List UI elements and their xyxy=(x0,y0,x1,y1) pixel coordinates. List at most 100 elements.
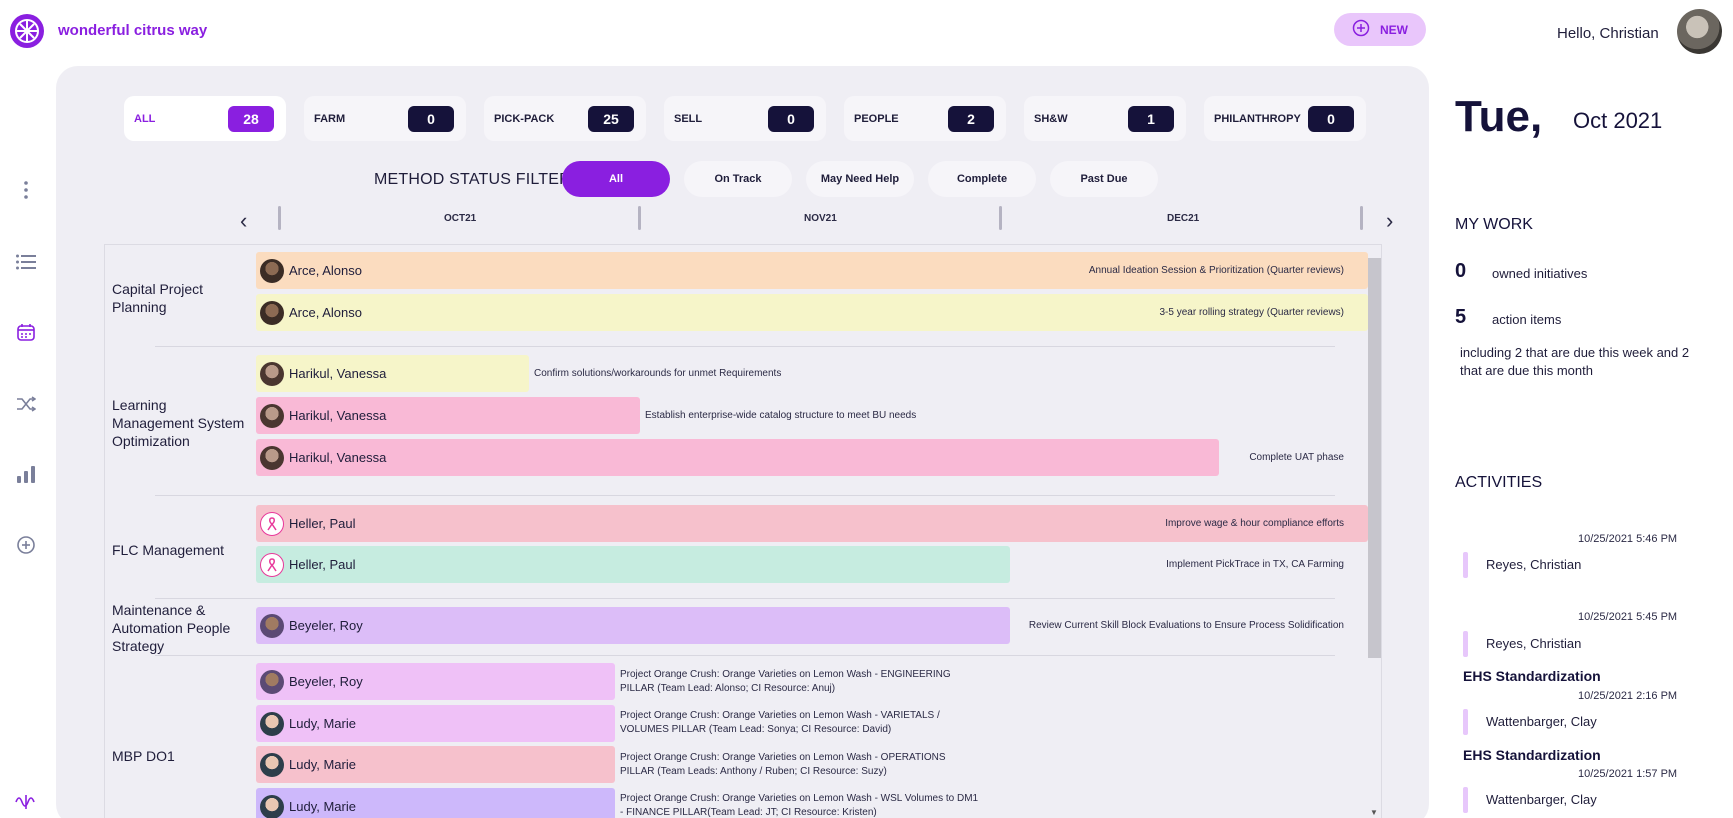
owner-name: Harikul, Vanessa xyxy=(289,450,387,465)
logo-icon[interactable] xyxy=(10,14,44,48)
owner-name: Heller, Paul xyxy=(289,557,356,572)
month-divider xyxy=(638,206,641,230)
owner-avatar xyxy=(260,300,284,325)
my-work-title: MY WORK xyxy=(1455,216,1533,233)
ribbon-icon xyxy=(260,552,284,577)
filter-all-button[interactable]: All xyxy=(562,161,670,197)
owner-avatar xyxy=(260,711,284,736)
prev-month-button[interactable]: ‹ xyxy=(240,208,247,234)
category-label: FARM xyxy=(314,112,346,125)
filter-past-due-button[interactable]: Past Due xyxy=(1050,161,1158,197)
activity-name[interactable]: Reyes, Christian xyxy=(1486,636,1581,651)
category-label: SELL xyxy=(674,112,703,125)
activity-marker xyxy=(1463,552,1468,578)
scroll-down-arrow[interactable]: ▼ xyxy=(1370,808,1378,817)
category-pick-pack[interactable]: PICK-PACK 25 xyxy=(484,96,646,141)
timeline-scrollbar[interactable] xyxy=(1368,258,1381,658)
owner-avatar xyxy=(260,669,284,694)
list-icon[interactable] xyxy=(14,250,38,274)
activity-time: 10/25/2021 5:46 PM xyxy=(1578,533,1678,545)
category-count: 1 xyxy=(1128,105,1174,132)
owner-name: Ludy, Marie xyxy=(289,757,356,772)
activity-name[interactable]: Wattenbarger, Clay xyxy=(1486,714,1597,729)
initiative-bar[interactable]: Ludy, Marie xyxy=(256,788,615,818)
activity-title[interactable]: EHS Standardization xyxy=(1463,668,1601,684)
action-label: action items xyxy=(1492,312,1562,327)
initiative-description: Establish enterprise-wide catalog struct… xyxy=(645,410,917,421)
initiative-description: Project Orange Crush: Orange Varieties o… xyxy=(620,669,951,694)
plus-circle-icon xyxy=(1352,19,1370,40)
category-count: 28 xyxy=(228,105,274,132)
category-all[interactable]: ALL 28 xyxy=(124,96,286,141)
category-count: 25 xyxy=(588,105,634,132)
category-farm[interactable]: FARM 0 xyxy=(304,96,466,141)
category-label: SH&W xyxy=(1034,112,1068,125)
initiative-description: Confirm solutions/workarounds for unmet … xyxy=(534,368,782,379)
owner-name: Arce, Alonso xyxy=(289,305,362,320)
initiative-bar[interactable]: Ludy, Marie xyxy=(256,705,615,742)
activity-time: 10/25/2021 2:16 PM xyxy=(1578,690,1678,702)
category-people[interactable]: PEOPLE 2 xyxy=(844,96,1006,141)
initiative-description: Improve wage & hour compliance efforts xyxy=(1165,518,1344,529)
next-month-button[interactable]: › xyxy=(1386,208,1393,234)
owned-count: 0 xyxy=(1455,260,1467,282)
owner-avatar xyxy=(260,445,284,470)
owner-avatar xyxy=(260,613,284,638)
initiative-bar[interactable]: Heller, Paul xyxy=(256,546,1010,583)
group-separator xyxy=(155,655,1335,656)
ribbon-icon xyxy=(260,511,284,536)
initiative-bar[interactable]: Harikul, Vanessa xyxy=(256,439,1219,476)
wave-logo-icon xyxy=(14,790,38,814)
initiative-description: Implement PickTrace in TX, CA Farming xyxy=(1166,559,1344,570)
activities-title: ACTIVITIES xyxy=(1455,474,1543,491)
owner-name: Harikul, Vanessa xyxy=(289,366,387,381)
date-month: Oct 2021 xyxy=(1573,108,1663,133)
category-philanthropy[interactable]: PHILANTHROPY 0 xyxy=(1204,96,1366,141)
category-label: PICK-PACK xyxy=(494,112,555,125)
shuffle-icon[interactable] xyxy=(14,392,38,416)
initiative-description: 3-5 year rolling strategy (Quarter revie… xyxy=(1159,307,1344,318)
new-button[interactable]: NEW xyxy=(1334,13,1426,46)
owner-avatar xyxy=(260,752,284,777)
owner-avatar xyxy=(260,794,284,818)
category-count: 0 xyxy=(768,105,814,132)
activity-marker xyxy=(1463,631,1468,657)
category-label: PHILANTHROPY xyxy=(1214,112,1301,125)
add-circle-icon[interactable] xyxy=(14,533,38,557)
category-count: 2 xyxy=(948,105,994,132)
category-label: ALL xyxy=(134,112,156,125)
category-sell[interactable]: SELL 0 xyxy=(664,96,826,141)
group-label: FLC Management xyxy=(112,542,225,558)
group-separator xyxy=(155,495,1335,496)
initiative-bar[interactable]: Beyeler, Roy xyxy=(256,607,1010,644)
date-day: Tue, xyxy=(1455,92,1543,141)
group-label: MBP DO1 xyxy=(112,748,175,764)
activity-name[interactable]: Reyes, Christian xyxy=(1486,557,1581,572)
filter-may-need-help-button[interactable]: May Need Help xyxy=(806,161,914,197)
month-label: NOV21 xyxy=(804,213,837,224)
initiative-bar[interactable]: Harikul, Vanessa xyxy=(256,397,640,434)
owner-avatar xyxy=(260,361,284,386)
bar-chart-icon[interactable] xyxy=(14,462,38,486)
due-note: including 2 that are due this week and 2… xyxy=(1460,345,1690,378)
calendar-icon[interactable] xyxy=(14,320,38,344)
initiative-bar[interactable]: Beyeler, Roy xyxy=(256,663,615,700)
owner-avatar xyxy=(260,403,284,428)
owner-name: Ludy, Marie xyxy=(289,799,356,814)
activity-name[interactable]: Wattenbarger, Clay xyxy=(1486,792,1597,807)
category-shw[interactable]: SH&W 1 xyxy=(1024,96,1186,141)
group-label: Learning Management System Optimization xyxy=(112,397,245,449)
initiative-bar[interactable]: Ludy, Marie xyxy=(256,746,615,783)
user-avatar[interactable] xyxy=(1677,9,1722,54)
group-separator xyxy=(155,598,1335,599)
activity-title[interactable]: EHS Standardization xyxy=(1463,747,1601,763)
month-label: DEC21 xyxy=(1167,213,1200,224)
initiative-bar[interactable]: Harikul, Vanessa xyxy=(256,355,529,392)
more-vertical-icon[interactable] xyxy=(14,178,38,202)
filter-complete-button[interactable]: Complete xyxy=(928,161,1036,197)
month-divider xyxy=(278,206,281,230)
category-count: 0 xyxy=(408,105,454,132)
month-divider xyxy=(1360,206,1363,230)
filter-on-track-button[interactable]: On Track xyxy=(684,161,792,197)
group-label: Maintenance & Automation People Strategy xyxy=(112,602,231,654)
